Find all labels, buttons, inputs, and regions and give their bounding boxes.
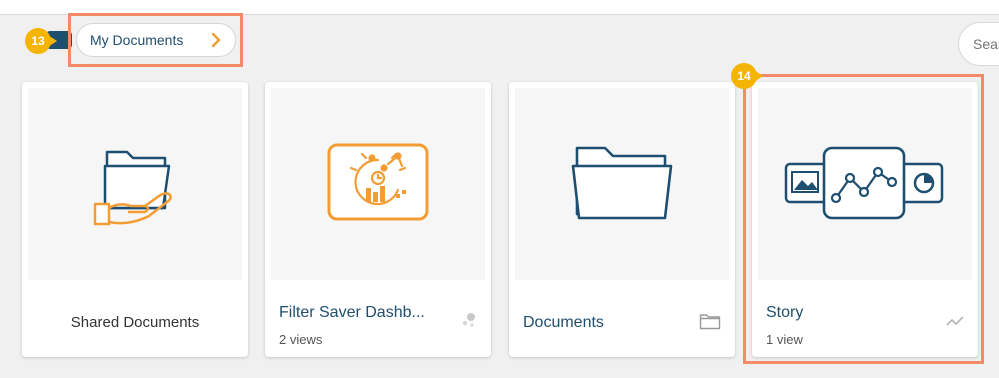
top-bar (0, 0, 999, 14)
folder-icon (567, 140, 677, 229)
callout-pointer-14 (754, 70, 763, 82)
card-story[interactable]: Story 1 view (752, 82, 978, 357)
card-title: Filter Saver Dashb... (279, 304, 425, 321)
dashboard-icon (326, 142, 430, 227)
dashboard-dots-icon (461, 312, 477, 333)
shared-folder-hand-icon (85, 132, 185, 237)
breadcrumb-label: My Documents (90, 32, 184, 48)
story-icon (780, 140, 950, 229)
trend-line-icon (946, 314, 964, 332)
card-title: Documents (523, 314, 604, 331)
breadcrumb-my-documents[interactable]: My Documents (76, 23, 236, 57)
card-thumbnail (28, 88, 242, 280)
card-title: Story (766, 304, 804, 321)
card-thumbnail (758, 88, 972, 280)
card-filter-saver-dashboard[interactable]: Filter Saver Dashb... 2 views (265, 82, 491, 357)
card-views: 2 views (279, 332, 323, 347)
card-views: 1 view (766, 332, 803, 347)
card-thumbnail (271, 88, 485, 280)
card-documents[interactable]: Documents (509, 82, 735, 357)
chevron-right-icon (211, 32, 221, 53)
card-thumbnail (515, 88, 729, 280)
folder-icon (699, 312, 721, 335)
search-input[interactable] (958, 22, 999, 66)
card-title: Shared Documents (70, 314, 200, 331)
callout-pointer-13 (48, 35, 57, 47)
card-shared-documents[interactable]: Shared Documents (22, 82, 248, 357)
top-divider (0, 14, 999, 15)
